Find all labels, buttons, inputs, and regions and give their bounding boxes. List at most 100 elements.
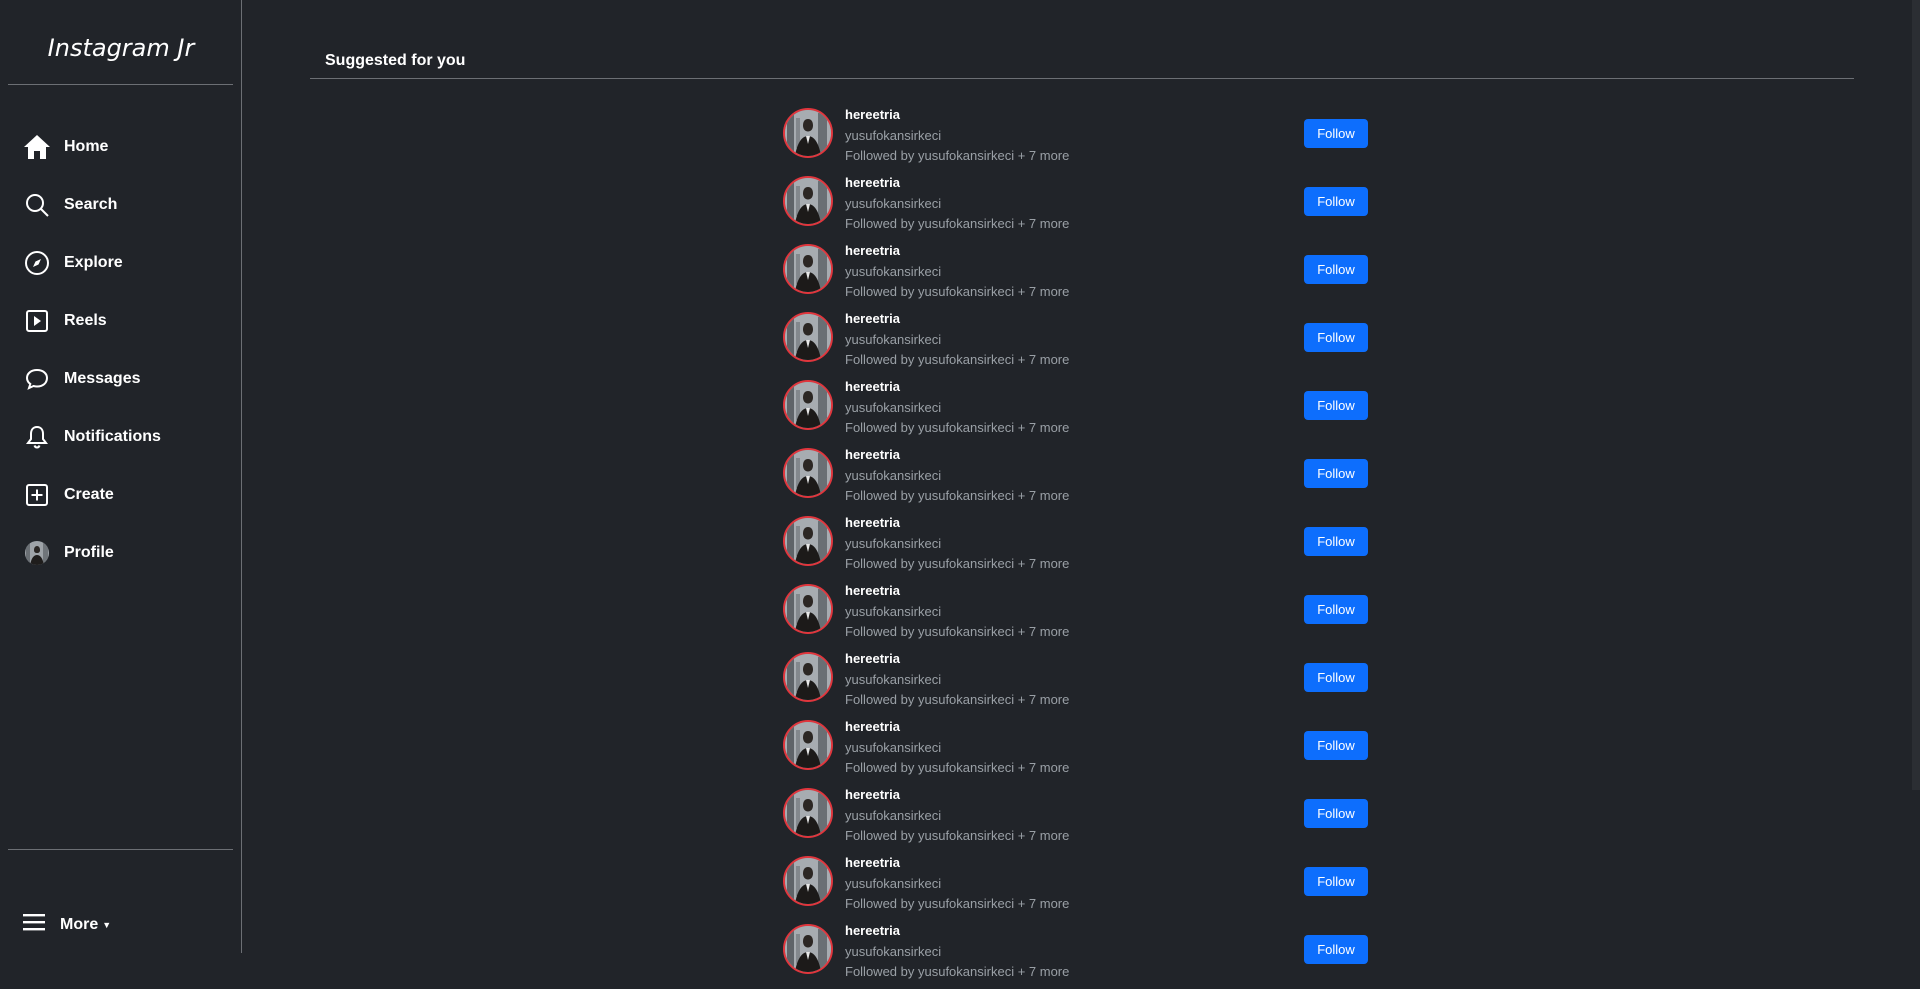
suggestion-username[interactable]: hereetria [845, 175, 900, 190]
more-label: More [60, 915, 99, 933]
suggestion-name: yusufokansirkeci [845, 468, 942, 483]
suggestion-avatar[interactable] [783, 448, 833, 498]
message-icon [22, 364, 52, 394]
suggestion-name: yusufokansirkeci [845, 264, 942, 279]
suggestion-row: hereetria yusufokansirkeci Followed by y… [783, 921, 1373, 989]
suggestion-username[interactable]: hereetria [845, 243, 900, 258]
sidebar-item-label: Explore [64, 254, 123, 271]
follow-button[interactable]: Follow [1304, 255, 1368, 284]
suggestion-row: hereetria yusufokansirkeci Followed by y… [783, 241, 1373, 309]
search-icon [22, 190, 52, 220]
suggestion-avatar[interactable] [783, 720, 833, 770]
suggestion-followed-by: Followed by yusufokansirkeci + 7 more [845, 556, 1070, 571]
suggestion-name: yusufokansirkeci [845, 400, 942, 415]
suggestion-row: hereetria yusufokansirkeci Followed by y… [783, 105, 1373, 173]
suggestion-row: hereetria yusufokansirkeci Followed by y… [783, 377, 1373, 445]
suggestion-row: hereetria yusufokansirkeci Followed by y… [783, 717, 1373, 785]
follow-button[interactable]: Follow [1304, 323, 1368, 352]
follow-button[interactable]: Follow [1304, 731, 1368, 760]
section-divider [310, 78, 1854, 79]
suggestion-username[interactable]: hereetria [845, 379, 900, 394]
sidebar-divider [8, 84, 233, 85]
suggestion-avatar[interactable] [783, 108, 833, 158]
sidebar-item-notifications[interactable]: Notifications [22, 408, 161, 466]
sidebar-divider [8, 849, 233, 850]
scrollbar[interactable] [1912, 0, 1920, 790]
suggestion-followed-by: Followed by yusufokansirkeci + 7 more [845, 216, 1070, 231]
suggestion-row: hereetria yusufokansirkeci Followed by y… [783, 649, 1373, 717]
follow-button[interactable]: Follow [1304, 867, 1368, 896]
section-title: Suggested for you [325, 52, 466, 69]
suggestion-username[interactable]: hereetria [845, 311, 900, 326]
suggestion-followed-by: Followed by yusufokansirkeci + 7 more [845, 828, 1070, 843]
suggestion-username[interactable]: hereetria [845, 719, 900, 734]
suggestion-avatar[interactable] [783, 584, 833, 634]
caret-down-icon: ▼ [102, 919, 112, 930]
suggestion-username[interactable]: hereetria [845, 583, 900, 598]
bell-icon [22, 422, 52, 452]
suggestion-avatar[interactable] [783, 856, 833, 906]
suggestion-avatar[interactable] [783, 380, 833, 430]
sidebar: Instagram Jr Home Search Explore Reels M… [0, 0, 242, 953]
sidebar-item-reels[interactable]: Reels [22, 292, 161, 350]
suggestion-avatar[interactable] [783, 652, 833, 702]
follow-button[interactable]: Follow [1304, 187, 1368, 216]
suggestion-username[interactable]: hereetria [845, 515, 900, 530]
follow-button[interactable]: Follow [1304, 799, 1368, 828]
suggestion-name: yusufokansirkeci [845, 604, 942, 619]
suggestion-avatar[interactable] [783, 788, 833, 838]
sidebar-item-label: Profile [64, 544, 114, 561]
suggestion-avatar[interactable] [783, 924, 833, 974]
follow-button[interactable]: Follow [1304, 595, 1368, 624]
suggestion-username[interactable]: hereetria [845, 107, 900, 122]
hamburger-icon [22, 912, 46, 937]
sidebar-item-label: Home [64, 138, 109, 155]
more-menu-button[interactable]: More ▼ [22, 912, 111, 937]
suggestion-row: hereetria yusufokansirkeci Followed by y… [783, 173, 1373, 241]
suggestion-name: yusufokansirkeci [845, 944, 942, 959]
suggestion-username[interactable]: hereetria [845, 651, 900, 666]
avatar-icon [22, 538, 52, 568]
suggestion-followed-by: Followed by yusufokansirkeci + 7 more [845, 284, 1070, 299]
suggestion-name: yusufokansirkeci [845, 196, 942, 211]
follow-button[interactable]: Follow [1304, 663, 1368, 692]
suggestion-row: hereetria yusufokansirkeci Followed by y… [783, 853, 1373, 921]
compass-icon [22, 248, 52, 278]
suggestion-avatar[interactable] [783, 516, 833, 566]
brand-logo[interactable]: Instagram Jr [0, 34, 242, 62]
suggestion-followed-by: Followed by yusufokansirkeci + 7 more [845, 420, 1070, 435]
suggestion-followed-by: Followed by yusufokansirkeci + 7 more [845, 148, 1070, 163]
sidebar-item-home[interactable]: Home [22, 118, 161, 176]
suggestion-avatar[interactable] [783, 176, 833, 226]
sidebar-item-create[interactable]: Create [22, 466, 161, 524]
suggestion-row: hereetria yusufokansirkeci Followed by y… [783, 581, 1373, 649]
follow-button[interactable]: Follow [1304, 527, 1368, 556]
suggestion-row: hereetria yusufokansirkeci Followed by y… [783, 309, 1373, 377]
suggestion-avatar[interactable] [783, 244, 833, 294]
suggestion-username[interactable]: hereetria [845, 447, 900, 462]
suggestion-username[interactable]: hereetria [845, 787, 900, 802]
sidebar-item-explore[interactable]: Explore [22, 234, 161, 292]
suggestion-name: yusufokansirkeci [845, 128, 942, 143]
sidebar-item-search[interactable]: Search [22, 176, 161, 234]
suggestion-list: hereetria yusufokansirkeci Followed by y… [783, 105, 1373, 989]
sidebar-item-label: Notifications [64, 428, 161, 445]
sidebar-item-profile[interactable]: Profile [22, 524, 161, 582]
suggestion-username[interactable]: hereetria [845, 855, 900, 870]
suggestion-name: yusufokansirkeci [845, 536, 942, 551]
follow-button[interactable]: Follow [1304, 119, 1368, 148]
suggestion-row: hereetria yusufokansirkeci Followed by y… [783, 785, 1373, 853]
suggestion-name: yusufokansirkeci [845, 740, 942, 755]
suggestion-followed-by: Followed by yusufokansirkeci + 7 more [845, 896, 1070, 911]
follow-button[interactable]: Follow [1304, 935, 1368, 964]
follow-button[interactable]: Follow [1304, 391, 1368, 420]
suggestion-username[interactable]: hereetria [845, 923, 900, 938]
sidebar-item-label: Search [64, 196, 118, 213]
home-icon [22, 132, 52, 162]
plus-square-icon [22, 480, 52, 510]
follow-button[interactable]: Follow [1304, 459, 1368, 488]
suggestion-followed-by: Followed by yusufokansirkeci + 7 more [845, 760, 1070, 775]
suggestion-avatar[interactable] [783, 312, 833, 362]
sidebar-item-messages[interactable]: Messages [22, 350, 161, 408]
sidebar-item-label: Create [64, 486, 114, 503]
